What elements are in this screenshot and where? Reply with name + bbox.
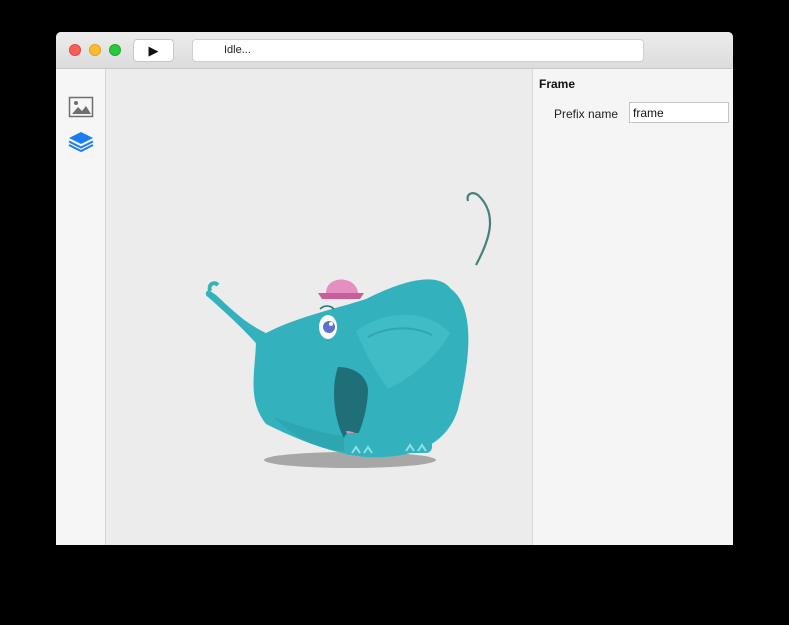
status-field: Idle... [192,39,644,62]
layers-icon[interactable] [68,129,94,153]
prefix-name-label: Prefix name [554,107,619,121]
minimize-window-button[interactable] [89,44,101,56]
app-window: ▶ Idle... Frame Prefix name frame [56,32,733,545]
properties-panel: Frame Prefix name [532,69,733,545]
panel-title: Frame [539,77,576,91]
play-button[interactable]: ▶ [133,39,174,62]
title-bar: ▶ Idle... [56,32,733,69]
left-sidebar [56,69,106,545]
image-icon[interactable] [68,95,94,119]
prefix-name-input[interactable] [629,102,729,123]
play-icon: ▶ [148,42,159,58]
preview-canvas[interactable] [106,69,532,545]
zoom-window-button[interactable] [109,44,121,56]
close-window-button[interactable] [69,44,81,56]
elephant-illustration [205,192,492,468]
